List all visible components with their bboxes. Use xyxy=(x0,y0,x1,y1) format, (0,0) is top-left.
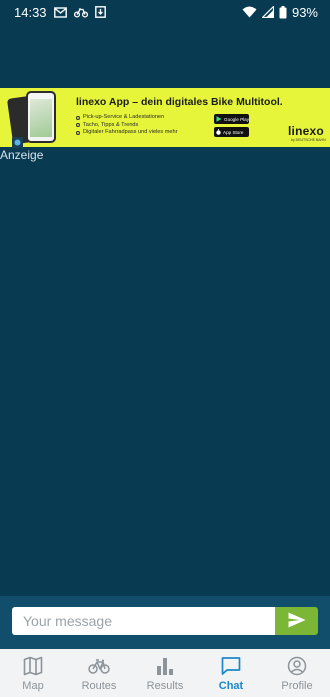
nav-item-chat[interactable]: Chat xyxy=(198,649,264,697)
bike-notification-icon xyxy=(73,7,88,18)
ad-feature-item: Tacho, Tipps & Trends xyxy=(76,122,178,130)
ad-feature-item: Pick-up-Service & Ladestationen xyxy=(76,114,178,122)
nav-item-profile[interactable]: Profile xyxy=(264,649,330,697)
bullet-icon xyxy=(76,115,80,120)
status-bar: 14:33 93% xyxy=(0,0,330,24)
linexo-logo: linexo xyxy=(288,124,324,138)
send-button[interactable] xyxy=(275,607,318,635)
google-play-icon xyxy=(216,115,222,123)
ad-label: Anzeige xyxy=(0,148,44,162)
nav-item-routes[interactable]: Routes xyxy=(66,649,132,697)
message-input[interactable] xyxy=(12,607,275,635)
apple-icon xyxy=(216,128,221,136)
nav-item-results[interactable]: Results xyxy=(132,649,198,697)
download-icon xyxy=(94,6,106,18)
signal-icon xyxy=(261,6,274,18)
mail-icon xyxy=(53,6,67,18)
ad-title: linexo App – dein digitales Bike Multito… xyxy=(76,96,283,108)
ad-feature-item: Digitaler Fahrradpass und vieles mehr xyxy=(76,129,178,137)
battery-icon xyxy=(279,5,287,19)
bar-chart-icon xyxy=(156,656,174,676)
google-play-button[interactable]: Google Play xyxy=(214,114,249,124)
linexo-logo-sub: by DEUTSCHE BAHN xyxy=(291,138,326,142)
wifi-icon xyxy=(242,6,257,18)
bottom-nav: Map Routes Results Chat Profile xyxy=(0,649,330,697)
chat-icon xyxy=(221,656,241,676)
status-left: 14:33 xyxy=(14,5,106,20)
bike-icon xyxy=(88,656,110,676)
nav-item-map[interactable]: Map xyxy=(0,649,66,697)
battery-percent: 93% xyxy=(291,4,318,20)
profile-icon xyxy=(287,656,307,676)
status-right: 93% xyxy=(242,5,318,20)
app-store-button[interactable]: App Store xyxy=(214,127,249,137)
bullet-icon xyxy=(76,130,80,135)
ad-feature-list: Pick-up-Service & Ladestationen Tacho, T… xyxy=(76,114,178,137)
bullet-icon xyxy=(76,123,80,128)
map-icon xyxy=(23,656,43,676)
send-icon xyxy=(288,612,306,631)
status-time: 14:33 xyxy=(14,4,47,20)
